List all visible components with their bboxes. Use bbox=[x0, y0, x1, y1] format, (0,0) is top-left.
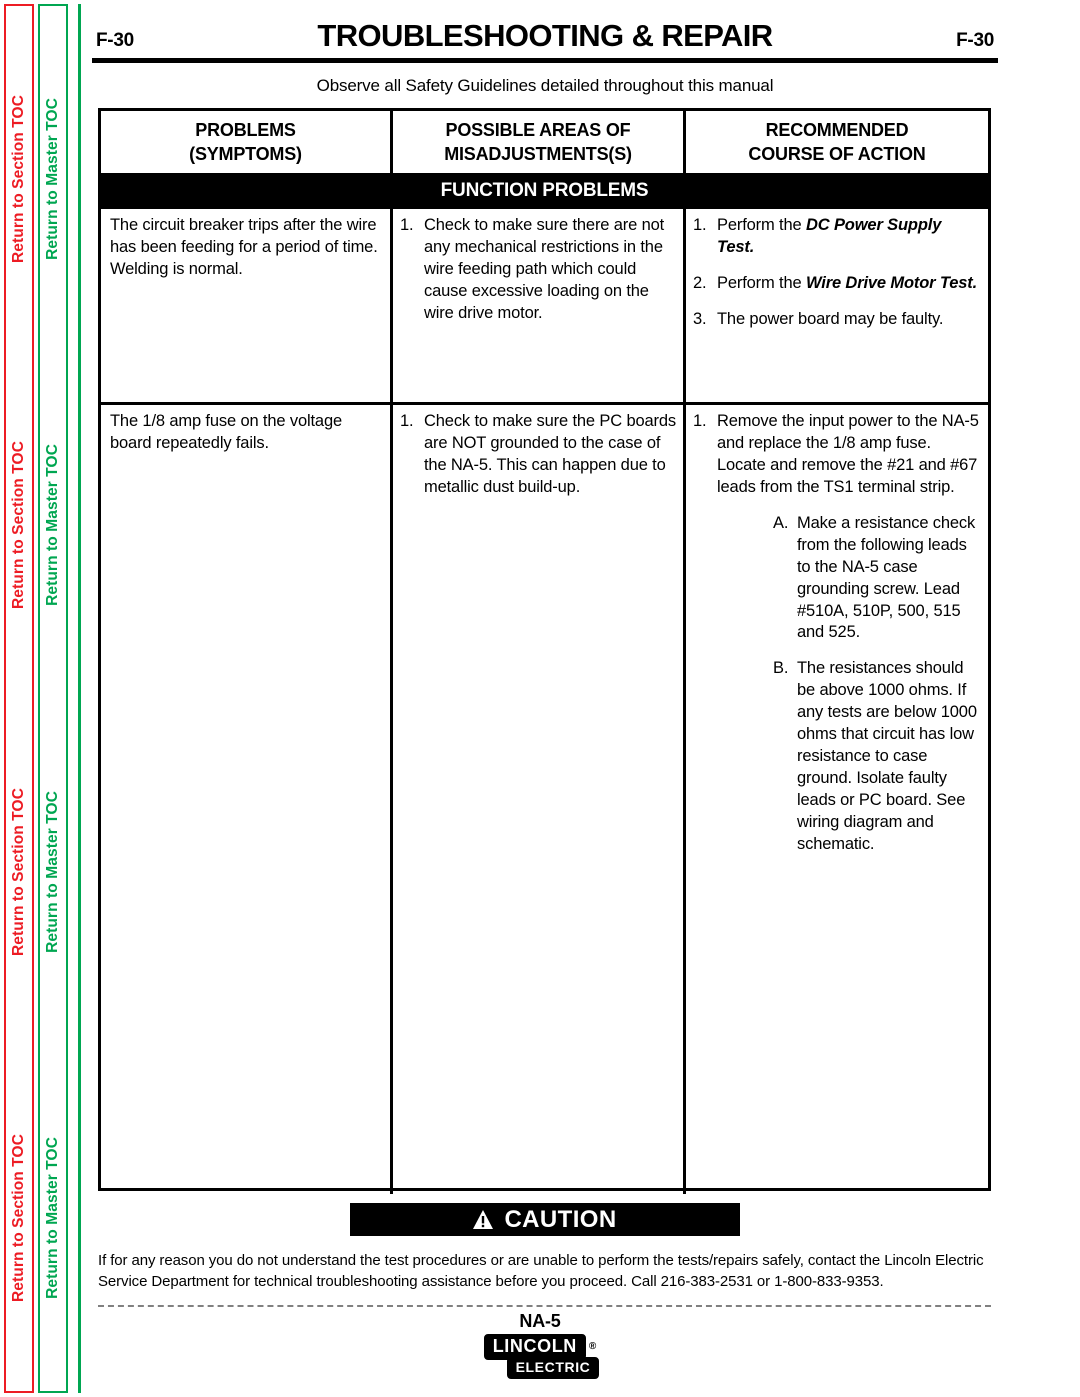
registered-trademark-icon: ® bbox=[588, 1341, 597, 1353]
toc-navigation-rails: Return to Section TOC Return to Section … bbox=[0, 0, 92, 1397]
list-text: Check to make sure there are not any mec… bbox=[424, 216, 665, 322]
column-header-problems: PROBLEMS (SYMPTOMS) bbox=[101, 111, 393, 173]
action-lead: Perform the bbox=[717, 273, 806, 292]
column-header-line: (SYMPTOMS) bbox=[189, 144, 302, 164]
logo-primary-row: LINCOLN ® bbox=[483, 1334, 597, 1360]
column-header-line: PROBLEMS bbox=[195, 119, 296, 140]
lincoln-electric-logo: LINCOLN ® ELECTRIC bbox=[481, 1334, 600, 1380]
list-marker: 3. bbox=[693, 309, 707, 328]
section-toc-label-stack: Return to Section TOC Return to Section … bbox=[6, 6, 32, 1391]
list-item: 3. The power board may be faulty. bbox=[693, 309, 981, 331]
caution-banner: CAUTION bbox=[349, 1203, 740, 1236]
sub-list-item: B. The resistances should be above 1000 … bbox=[773, 658, 981, 855]
sidebar-item-master-toc[interactable]: Return to Master TOC bbox=[40, 6, 66, 352]
section-toc-rail[interactable]: Return to Section TOC Return to Section … bbox=[4, 4, 34, 1393]
section-toc-label: Return to Section TOC bbox=[10, 441, 27, 610]
cell-possible-areas: 1. Check to make sure the PC boards are … bbox=[393, 405, 686, 1194]
logo-lincoln-text: LINCOLN bbox=[483, 1334, 586, 1360]
master-toc-rail-edge bbox=[78, 4, 81, 1393]
section-toc-label: Return to Section TOC bbox=[10, 95, 27, 264]
list-marker: 2. bbox=[693, 273, 707, 292]
header-row: F-30 TROUBLESHOOTING & REPAIR F-30 bbox=[92, 18, 998, 54]
action-lead: Remove the input power to the NA-5 and r… bbox=[717, 412, 979, 496]
page-title: TROUBLESHOOTING & REPAIR bbox=[317, 18, 773, 53]
caution-label: CAUTION bbox=[504, 1205, 617, 1233]
column-header-line: COURSE OF ACTION bbox=[748, 144, 926, 164]
list-item: 1. Perform the DC Power Supply Test. bbox=[693, 215, 981, 259]
master-toc-label: Return to Master TOC bbox=[44, 1136, 61, 1299]
list-item: 1. Remove the input power to the NA-5 an… bbox=[693, 411, 981, 856]
column-header-possible-areas: POSSIBLE AREAS OF MISADJUSTMENTS(S) bbox=[393, 111, 686, 173]
master-toc-label: Return to Master TOC bbox=[44, 790, 61, 953]
header-divider bbox=[92, 58, 998, 63]
sub-list-marker: A. bbox=[773, 513, 789, 532]
table-row: The 1/8 amp fuse on the voltage board re… bbox=[101, 405, 988, 1194]
footer-divider bbox=[98, 1305, 991, 1307]
action-lead: The power board may be faulty. bbox=[717, 309, 944, 328]
caution-block: CAUTION If for any reason you do not und… bbox=[98, 1203, 991, 1293]
caution-body-text: If for any reason you do not understand … bbox=[98, 1252, 984, 1291]
sidebar-item-master-toc[interactable]: Return to Master TOC bbox=[40, 352, 66, 698]
column-header-line: MISADJUSTMENTS(S) bbox=[444, 144, 632, 164]
page-number-left: F-30 bbox=[96, 30, 134, 51]
troubleshooting-table: PROBLEMS (SYMPTOMS) POSSIBLE AREAS OF MI… bbox=[98, 108, 991, 1194]
list-text: Check to make sure the PC boards are NOT… bbox=[424, 412, 676, 496]
list-text: Perform the DC Power Supply Test. bbox=[717, 215, 981, 259]
cell-possible-areas: 1. Check to make sure there are not any … bbox=[393, 209, 686, 402]
cell-recommended-action: 1. Perform the DC Power Supply Test. 2. … bbox=[686, 209, 988, 402]
page-number-right: F-30 bbox=[956, 30, 994, 51]
table-row: The circuit breaker trips after the wire… bbox=[101, 209, 988, 405]
list-item: 1. Check to make sure there are not any … bbox=[400, 215, 676, 325]
list-marker: 1. bbox=[400, 216, 414, 234]
column-header-line: POSSIBLE AREAS OF bbox=[445, 119, 631, 140]
sidebar-item-master-toc[interactable]: Return to Master TOC bbox=[40, 699, 66, 1045]
cell-recommended-action: 1. Remove the input power to the NA-5 an… bbox=[686, 405, 988, 1194]
cell-symptom: The 1/8 amp fuse on the voltage board re… bbox=[101, 405, 393, 1194]
sub-list-text: Make a resistance check from the followi… bbox=[797, 513, 976, 642]
column-header-recommended-action: RECOMMENDED COURSE OF ACTION bbox=[686, 111, 988, 173]
action-lead: Perform the bbox=[717, 216, 806, 234]
list-text: The power board may be faulty. bbox=[717, 309, 981, 331]
master-toc-label-stack: Return to Master TOC Return to Master TO… bbox=[40, 6, 66, 1391]
warning-triangle-icon bbox=[472, 1209, 494, 1230]
page-header: F-30 TROUBLESHOOTING & REPAIR F-30 Obser… bbox=[92, 18, 998, 96]
sidebar-item-section-toc[interactable]: Return to Section TOC bbox=[6, 352, 32, 698]
safety-guidelines-note: Observe all Safety Guidelines detailed t… bbox=[316, 76, 774, 95]
sub-list-item: A. Make a resistance check from the foll… bbox=[773, 513, 981, 645]
action-emphasis: Wire Drive Motor Test. bbox=[805, 273, 978, 292]
list-marker: 1. bbox=[693, 216, 707, 234]
column-header-line: RECOMMENDED bbox=[765, 119, 909, 140]
section-toc-label: Return to Section TOC bbox=[10, 1133, 27, 1302]
master-toc-label: Return to Master TOC bbox=[44, 444, 61, 607]
master-toc-rail[interactable]: Return to Master TOC Return to Master TO… bbox=[38, 4, 68, 1393]
sidebar-item-section-toc[interactable]: Return to Section TOC bbox=[6, 699, 32, 1045]
list-marker: 1. bbox=[693, 412, 707, 430]
sidebar-item-section-toc[interactable]: Return to Section TOC bbox=[6, 6, 32, 352]
page-footer: NA-5 LINCOLN ® ELECTRIC bbox=[0, 1311, 1080, 1380]
table-header-row: PROBLEMS (SYMPTOMS) POSSIBLE AREAS OF MI… bbox=[101, 111, 988, 176]
list-text: Perform the Wire Drive Motor Test. bbox=[717, 273, 981, 295]
master-toc-label: Return to Master TOC bbox=[44, 98, 61, 261]
list-item: 2. Perform the Wire Drive Motor Test. bbox=[693, 273, 981, 295]
logo-electric-text: ELECTRIC bbox=[506, 1356, 600, 1380]
list-text: Remove the input power to the NA-5 and r… bbox=[717, 411, 981, 856]
sub-list-text: The resistances should be above 1000 ohm… bbox=[797, 659, 977, 853]
section-toc-label: Return to Section TOC bbox=[10, 787, 27, 956]
model-identifier: NA-5 bbox=[519, 1311, 561, 1331]
list-item: 1. Check to make sure the PC boards are … bbox=[400, 411, 676, 499]
list-marker: 1. bbox=[400, 412, 414, 430]
cell-symptom: The circuit breaker trips after the wire… bbox=[101, 209, 393, 402]
section-band-function-problems: FUNCTION PROBLEMS bbox=[101, 176, 988, 209]
sub-list-marker: B. bbox=[773, 659, 789, 678]
